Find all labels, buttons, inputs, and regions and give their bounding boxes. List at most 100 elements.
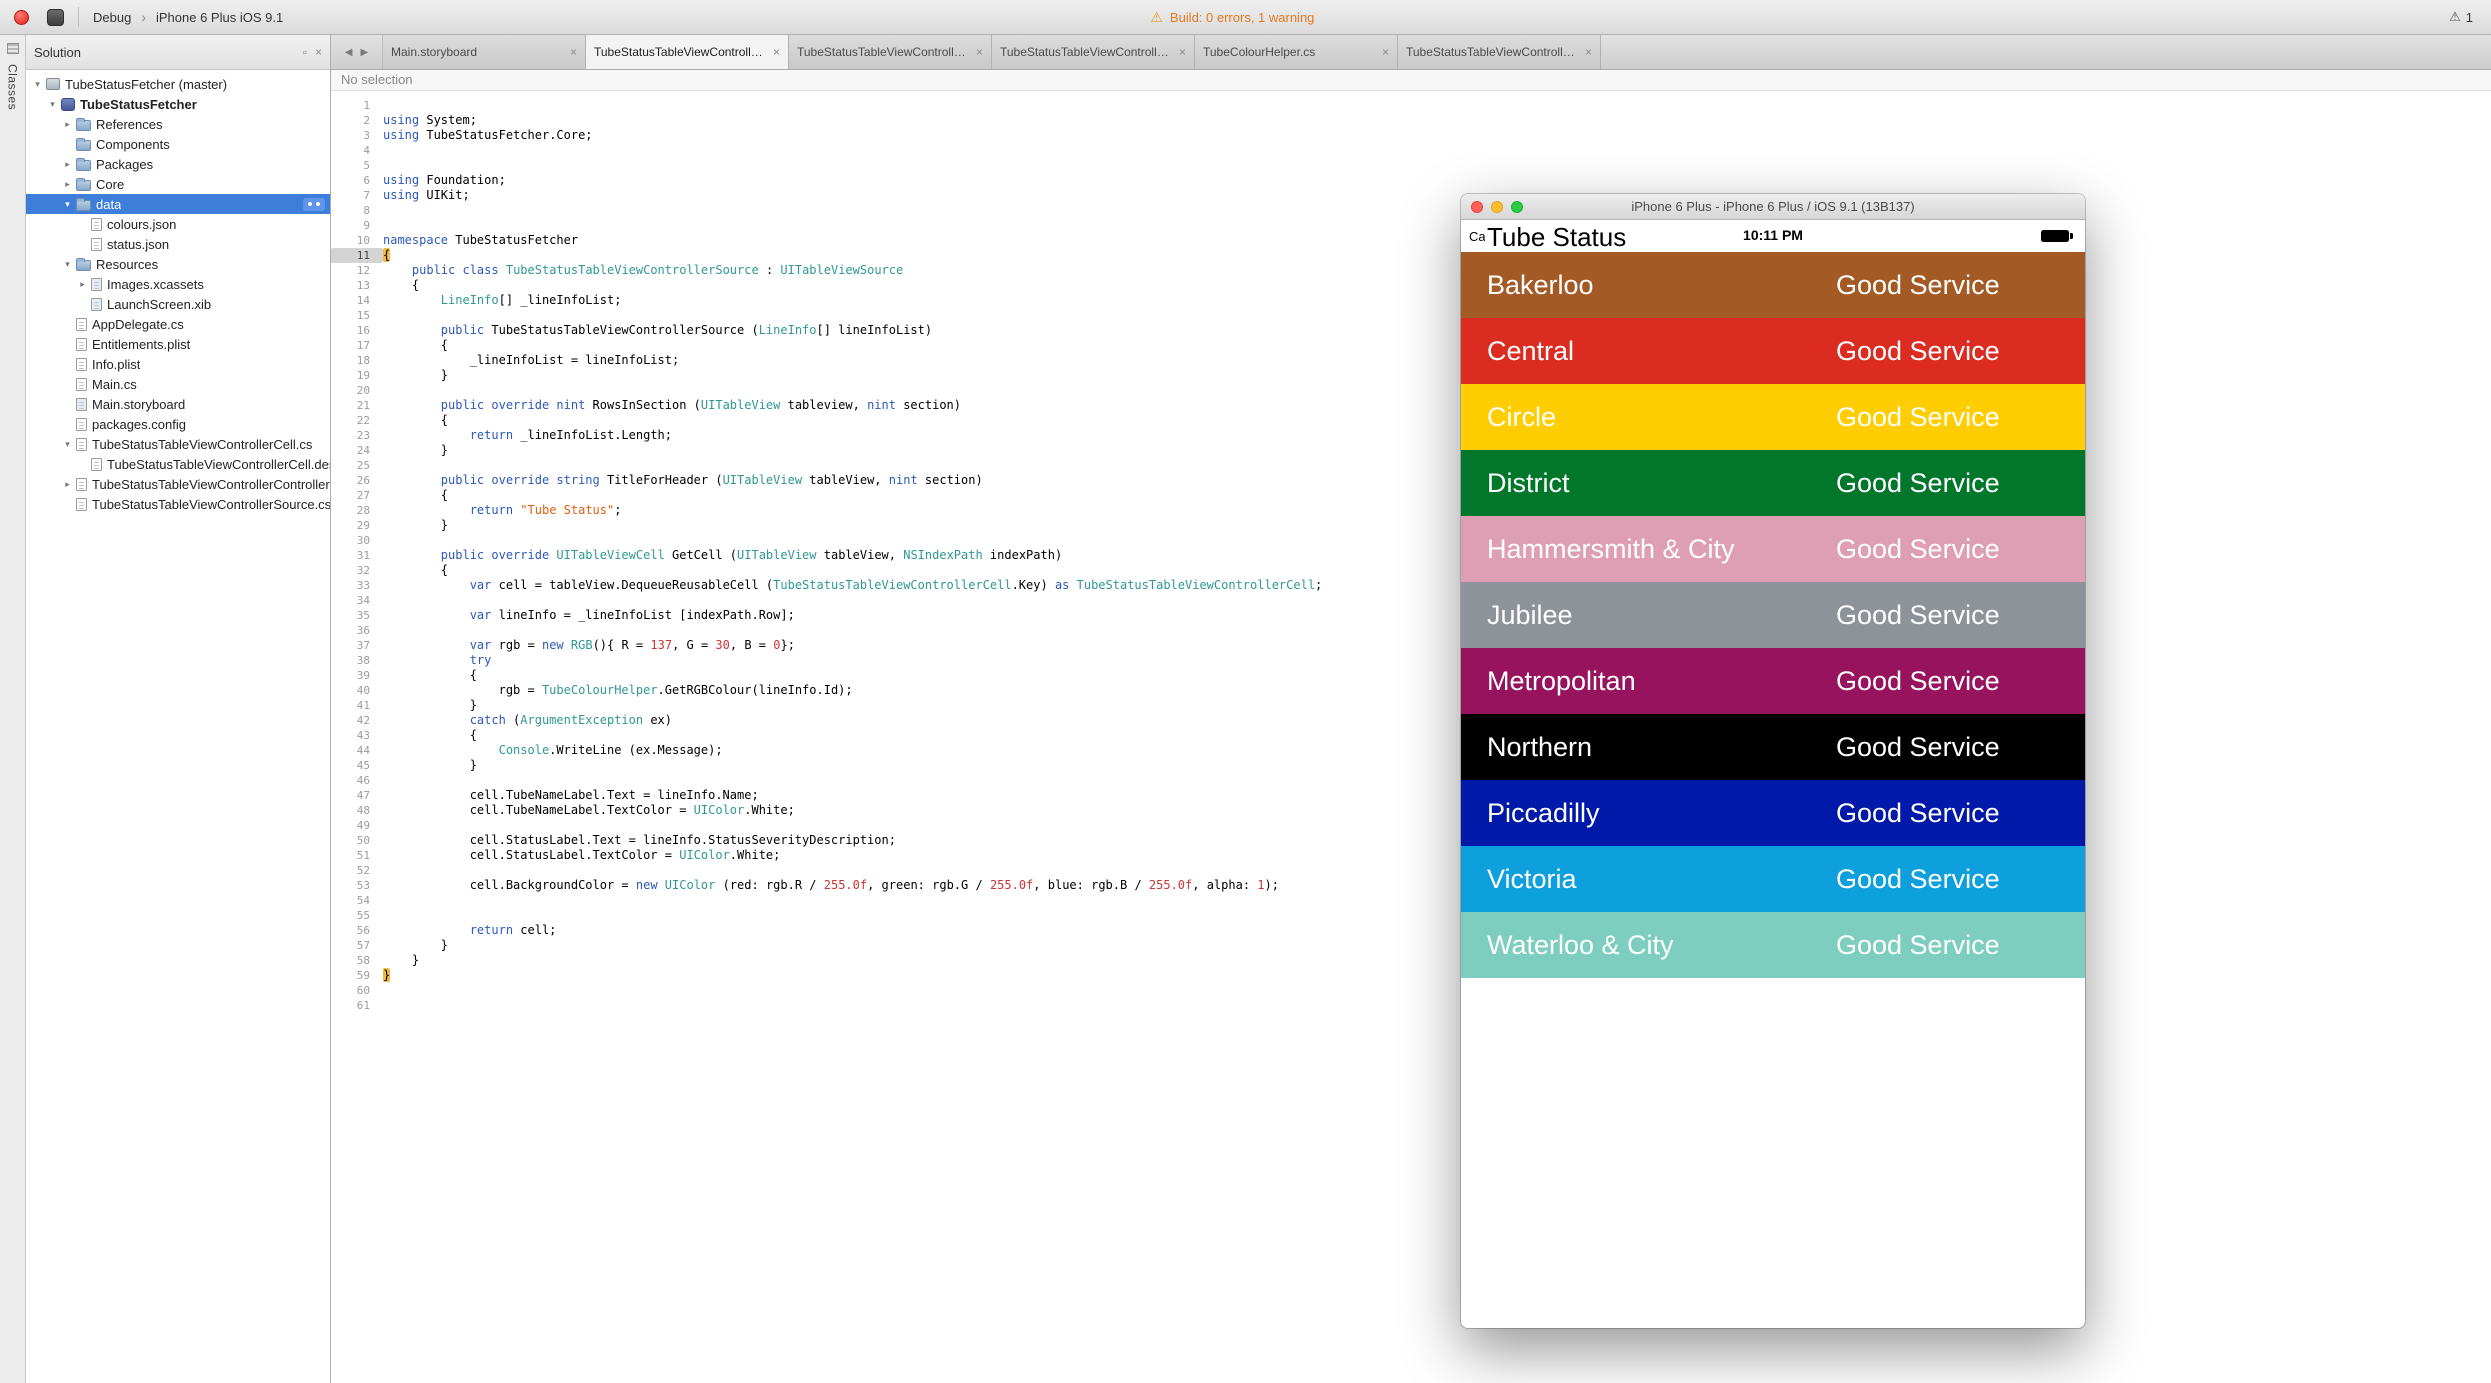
code-line[interactable]: 24 } [331, 443, 2491, 458]
tab-close-icon[interactable]: × [1585, 45, 1592, 59]
code-line[interactable]: 25 [331, 458, 2491, 473]
tab-close-icon[interactable]: × [773, 45, 780, 59]
disclosure-open-icon[interactable]: ▾ [61, 199, 74, 210]
code-line[interactable]: 32 { [331, 563, 2491, 578]
code-line[interactable]: 28 return "Tube Status"; [331, 503, 2491, 518]
disclosure-open-icon[interactable]: ▾ [61, 259, 74, 270]
code-line[interactable]: 54 [331, 893, 2491, 908]
code-line[interactable]: 10 namespace TubeStatusFetcher [331, 233, 2491, 248]
forward-icon[interactable]: ▶ [361, 47, 369, 58]
code-line[interactable]: 52 [331, 863, 2491, 878]
code-line[interactable]: 1 [331, 98, 2491, 113]
tree-item[interactable]: ▸ Images.xcassets [26, 274, 330, 294]
code-line[interactable]: 48 cell.TubeNameLabel.TextColor = UIColo… [331, 803, 2491, 818]
code-line[interactable]: 2 using System; [331, 113, 2491, 128]
code-line[interactable]: 16 public TubeStatusTableViewControllerS… [331, 323, 2491, 338]
tube-line-row[interactable]: Hammersmith & City Good Service [1461, 516, 2085, 582]
tree-item[interactable]: ▸ Packages [26, 154, 330, 174]
tube-line-row[interactable]: District Good Service [1461, 450, 2085, 516]
code-line[interactable]: 35 var lineInfo = _lineInfoList [indexPa… [331, 608, 2491, 623]
code-line[interactable]: 17 { [331, 338, 2491, 353]
run-button[interactable] [14, 9, 29, 25]
tree-item[interactable]: LaunchScreen.xib [26, 294, 330, 314]
tree-item[interactable]: ▸ References [26, 114, 330, 134]
folder-options-badge[interactable] [303, 197, 325, 211]
code-line[interactable]: 43 { [331, 728, 2491, 743]
code-line[interactable]: 19 } [331, 368, 2491, 383]
stop-button[interactable] [47, 8, 64, 26]
tree-item[interactable]: ▾ TubeStatusTableViewControllerCell.cs [26, 434, 330, 454]
code-line[interactable]: 46 [331, 773, 2491, 788]
disclosure-closed-icon[interactable]: ▸ [76, 279, 89, 290]
code-line[interactable]: 9 [331, 218, 2491, 233]
tube-line-row[interactable]: Metropolitan Good Service [1461, 648, 2085, 714]
disclosure-open-icon[interactable]: ▾ [46, 99, 59, 110]
tree-item[interactable]: Main.cs [26, 374, 330, 394]
disclosure-open-icon[interactable]: ▾ [31, 79, 44, 90]
disclosure-closed-icon[interactable]: ▸ [61, 119, 74, 130]
tab-close-icon[interactable]: × [1179, 45, 1186, 59]
code-line[interactable]: 30 [331, 533, 2491, 548]
disclosure-closed-icon[interactable]: ▸ [61, 479, 74, 490]
code-line[interactable]: 21 public override nint RowsInSection (U… [331, 398, 2491, 413]
tree-item[interactable]: TubeStatusTableViewControllerSource.cs [26, 494, 330, 514]
tab-close-icon[interactable]: × [976, 45, 983, 59]
tube-line-row[interactable]: Bakerloo Good Service [1461, 252, 2085, 318]
code-line[interactable]: 59} [331, 968, 2491, 983]
code-line[interactable]: 34 [331, 593, 2491, 608]
code-line[interactable]: 15 [331, 308, 2491, 323]
code-line[interactable]: 22 { [331, 413, 2491, 428]
tree-item[interactable]: ▸ Core [26, 174, 330, 194]
code-line[interactable]: 38 try [331, 653, 2491, 668]
tube-line-row[interactable]: Victoria Good Service [1461, 846, 2085, 912]
tube-line-row[interactable]: Central Good Service [1461, 318, 2085, 384]
code-line[interactable]: 7 using UIKit; [331, 188, 2491, 203]
configuration-dropdown[interactable]: Debug [93, 10, 131, 25]
tree-item[interactable]: ▾ data [26, 194, 330, 214]
code-line[interactable]: 13 { [331, 278, 2491, 293]
tree-item[interactable]: Entitlements.plist [26, 334, 330, 354]
code-line[interactable]: 31 public override UITableViewCell GetCe… [331, 548, 2491, 563]
code-line[interactable]: 42 catch (ArgumentException ex) [331, 713, 2491, 728]
editor-tab[interactable]: TubeStatusTableViewControllerController.… [992, 35, 1195, 69]
breadcrumb[interactable]: No selection [331, 70, 2491, 91]
code-line[interactable]: 50 cell.StatusLabel.Text = lineInfo.Stat… [331, 833, 2491, 848]
code-line[interactable]: 6 using Foundation; [331, 173, 2491, 188]
code-line[interactable]: 12 public class TubeStatusTableViewContr… [331, 263, 2491, 278]
code-line[interactable]: 26 public override string TitleForHeader… [331, 473, 2491, 488]
back-icon[interactable]: ◀ [345, 47, 353, 58]
code-line[interactable]: 4 [331, 143, 2491, 158]
code-line[interactable]: 49 [331, 818, 2491, 833]
code-line[interactable]: 51 cell.StatusLabel.TextColor = UIColor.… [331, 848, 2491, 863]
code-line[interactable]: 57 } [331, 938, 2491, 953]
code-line[interactable]: 8 [331, 203, 2491, 218]
zoom-window-icon[interactable] [1511, 201, 1523, 213]
code-line[interactable]: 36 [331, 623, 2491, 638]
disclosure-closed-icon[interactable]: ▸ [61, 179, 74, 190]
tree-item[interactable]: ▾ TubeStatusFetcher [26, 94, 330, 114]
code-line[interactable]: 44 Console.WriteLine (ex.Message); [331, 743, 2491, 758]
build-status[interactable]: ⚠ Build: 0 errors, 1 warning [1150, 9, 1314, 26]
code-line[interactable]: 18 _lineInfoList = lineInfoList; [331, 353, 2491, 368]
code-line[interactable]: 58 } [331, 953, 2491, 968]
tree-item[interactable]: ▾ Resources [26, 254, 330, 274]
tree-item[interactable]: status.json [26, 234, 330, 254]
tree-item[interactable]: AppDelegate.cs [26, 314, 330, 334]
editor-tab[interactable]: TubeStatusTableViewControllerCell.cs × [789, 35, 992, 69]
tube-line-row[interactable]: Circle Good Service [1461, 384, 2085, 450]
tree-item[interactable]: Main.storyboard [26, 394, 330, 414]
code-line[interactable]: 61 [331, 998, 2491, 1013]
code-line[interactable]: 40 rgb = TubeColourHelper.GetRGBColour(l… [331, 683, 2491, 698]
editor-tab[interactable]: TubeColourHelper.cs × [1195, 35, 1398, 69]
tree-item[interactable]: Info.plist [26, 354, 330, 374]
disclosure-open-icon[interactable]: ▾ [61, 439, 74, 450]
code-line[interactable]: 47 cell.TubeNameLabel.Text = lineInfo.Na… [331, 788, 2491, 803]
notification-indicator[interactable]: ⚠ 1 [2449, 9, 2473, 25]
tree-item[interactable]: colours.json [26, 214, 330, 234]
tube-line-row[interactable]: Waterloo & City Good Service [1461, 912, 2085, 978]
tree-item[interactable]: Components [26, 134, 330, 154]
code-line[interactable]: 53 cell.BackgroundColor = new UIColor (r… [331, 878, 2491, 893]
minimize-window-icon[interactable] [1491, 201, 1503, 213]
code-line[interactable]: 60 [331, 983, 2491, 998]
code-line[interactable]: 56 return cell; [331, 923, 2491, 938]
